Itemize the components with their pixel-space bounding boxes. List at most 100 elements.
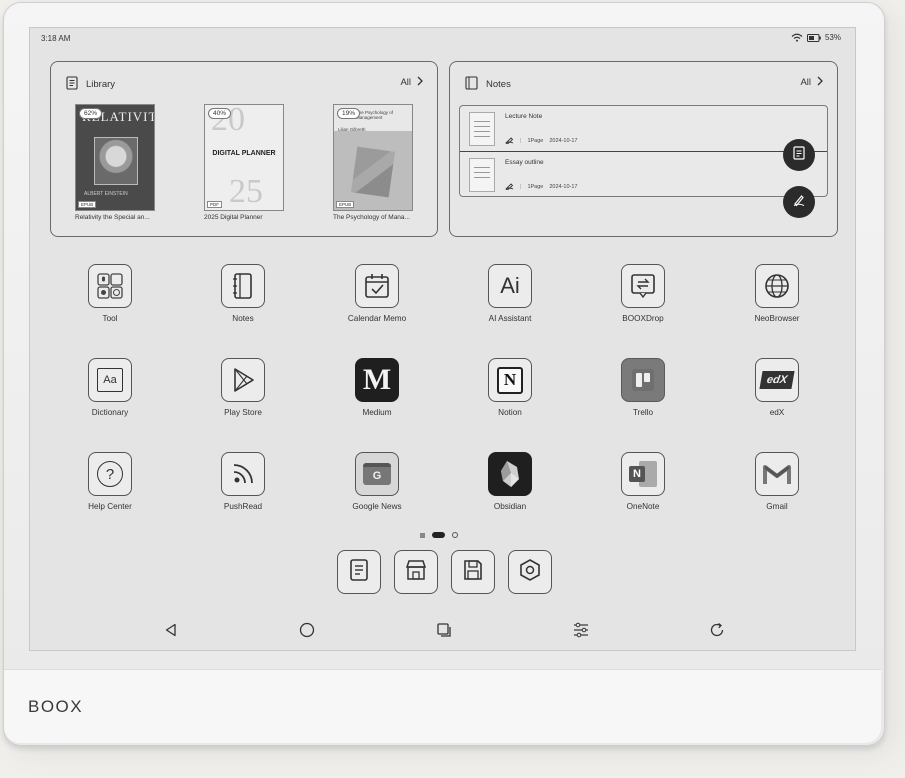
cover-author: ALBERT EINSTEIN — [84, 191, 128, 197]
book-item[interactable]: RELATIVITY ALBERT EINSTEIN 62% EPUB Rela… — [75, 104, 155, 221]
app-booxdrop[interactable]: BOOXDrop — [588, 264, 698, 323]
notebook-icon — [465, 76, 478, 93]
app-label: Play Store — [224, 408, 262, 417]
book-title: The Psychology of Mana... — [333, 214, 410, 221]
format-badge: EPUB — [78, 201, 97, 208]
app-obsidian[interactable]: Obsidian — [455, 452, 565, 511]
app-tool[interactable]: Tool — [55, 264, 165, 323]
app-notion[interactable]: N Notion — [455, 358, 565, 417]
notes-header: Notes — [465, 76, 511, 93]
app-google-news[interactable]: G Google News — [322, 452, 432, 511]
ai-glyph: Ai — [500, 273, 520, 298]
book-item[interactable]: The Psychology of Management Lilian Gilb… — [333, 104, 413, 221]
dock-settings-button[interactable] — [508, 550, 552, 594]
page-dot[interactable] — [452, 532, 458, 538]
library-all-link[interactable]: All — [400, 76, 423, 89]
nav-back-button[interactable] — [160, 621, 182, 643]
app-label: Notion — [498, 408, 522, 417]
onenote-logo-icon: N — [621, 452, 665, 496]
app-notes[interactable]: Notes — [188, 264, 298, 323]
page-dot-active[interactable] — [432, 532, 445, 538]
app-label: edX — [769, 408, 785, 417]
save-disk-icon — [462, 558, 484, 587]
progress-badge: 19% — [337, 108, 361, 119]
notes-all-link[interactable]: All — [800, 76, 823, 89]
app-help-center[interactable]: ? Help Center — [55, 452, 165, 511]
dock-store-button[interactable] — [394, 550, 438, 594]
cover-author: Lilian Gilbreth — [338, 127, 366, 132]
medium-glyph: M — [362, 363, 392, 396]
app-label: Google News — [352, 502, 402, 511]
google-news-glyph: G — [372, 470, 382, 482]
app-gmail[interactable]: Gmail — [722, 452, 832, 511]
status-icons: 53% — [791, 33, 841, 42]
format-badge: EPUB — [336, 201, 355, 208]
nav-adjust-button[interactable] — [570, 621, 592, 643]
note-page-icon — [793, 145, 805, 165]
app-label: NeoBrowser — [754, 314, 800, 323]
dock-library-button[interactable] — [337, 550, 381, 594]
notes-widget[interactable]: Notes All Lecture Note | 1Page 2024-10-1… — [449, 61, 838, 237]
book-cover: 20 DIGITAL PLANNER 25 40% PDF — [204, 104, 284, 211]
app-pushread[interactable]: PushRead — [188, 452, 298, 511]
tool-grid-icon — [88, 264, 132, 308]
notebook-icon — [221, 264, 265, 308]
note-pages: 1Page — [527, 138, 544, 144]
back-icon — [164, 623, 178, 642]
app-label: Gmail — [766, 502, 788, 511]
page-dot[interactable] — [420, 532, 425, 538]
note-pages: 1Page — [527, 184, 544, 190]
note-date: 2024-10-17 — [549, 184, 578, 190]
app-play-store[interactable]: Play Store — [188, 358, 298, 417]
library-widget[interactable]: Library All RELATIVITY ALBERT EINSTEIN 6… — [50, 61, 438, 237]
progress-badge: 40% — [208, 108, 232, 119]
dictionary-icon: Aa — [88, 358, 132, 402]
page-indicator[interactable] — [420, 532, 458, 538]
app-calendar-memo[interactable]: Calendar Memo — [322, 264, 432, 323]
gmail-logo-icon — [755, 452, 799, 496]
battery-percent: 53% — [824, 33, 841, 42]
app-edx[interactable]: edX edX — [722, 358, 832, 417]
new-note-button[interactable] — [783, 139, 815, 171]
calendar-check-icon — [355, 264, 399, 308]
note-meta: | 1Page 2024-10-17 — [505, 136, 577, 146]
note-item[interactable]: Essay outline | 1Page 2024-10-17 — [460, 152, 827, 198]
wifi-icon — [791, 33, 803, 42]
note-thumbnail — [469, 158, 495, 192]
app-medium[interactable]: M Medium — [322, 358, 432, 417]
app-trello[interactable]: Trello — [588, 358, 698, 417]
app-label: Obsidian — [493, 502, 527, 511]
app-onenote[interactable]: N OneNote — [588, 452, 698, 511]
progress-badge: 62% — [79, 108, 103, 119]
app-label: Notes — [232, 314, 254, 323]
nav-home-button[interactable] — [296, 621, 318, 643]
globe-icon — [755, 264, 799, 308]
app-neobrowser[interactable]: NeoBrowser — [722, 264, 832, 323]
app-label: Tool — [102, 314, 118, 323]
home-icon — [299, 622, 315, 643]
library-all-label: All — [400, 77, 411, 88]
device-chin — [4, 669, 881, 743]
nav-recents-button[interactable] — [433, 621, 455, 643]
app-dictionary[interactable]: Aa Dictionary — [55, 358, 165, 417]
dock-storage-button[interactable] — [451, 550, 495, 594]
play-triangle-icon — [221, 358, 265, 402]
app-label: Calendar Memo — [347, 314, 407, 323]
handwriting-icon — [505, 182, 514, 192]
nav-refresh-button[interactable] — [706, 621, 728, 643]
settings-hex-icon — [518, 558, 542, 587]
notes-all-label: All — [800, 77, 811, 88]
handwriting-icon — [505, 136, 514, 146]
note-date: 2024-10-17 — [549, 138, 578, 144]
cover-art — [350, 146, 396, 198]
brand-logo: BOOX — [28, 697, 84, 716]
ai-text-icon: Ai — [488, 264, 532, 308]
cover-bottom: 25 — [229, 173, 263, 210]
rss-feed-icon — [221, 452, 265, 496]
note-item[interactable]: Lecture Note | 1Page 2024-10-17 — [460, 106, 827, 152]
recents-icon — [436, 622, 452, 643]
book-item[interactable]: 20 DIGITAL PLANNER 25 40% PDF 2025 Digit… — [204, 104, 284, 221]
book-cover: The Psychology of Management Lilian Gilb… — [333, 104, 413, 211]
quick-handwrite-button[interactable] — [783, 186, 815, 218]
app-ai-assistant[interactable]: Ai AI Assistant — [455, 264, 565, 323]
